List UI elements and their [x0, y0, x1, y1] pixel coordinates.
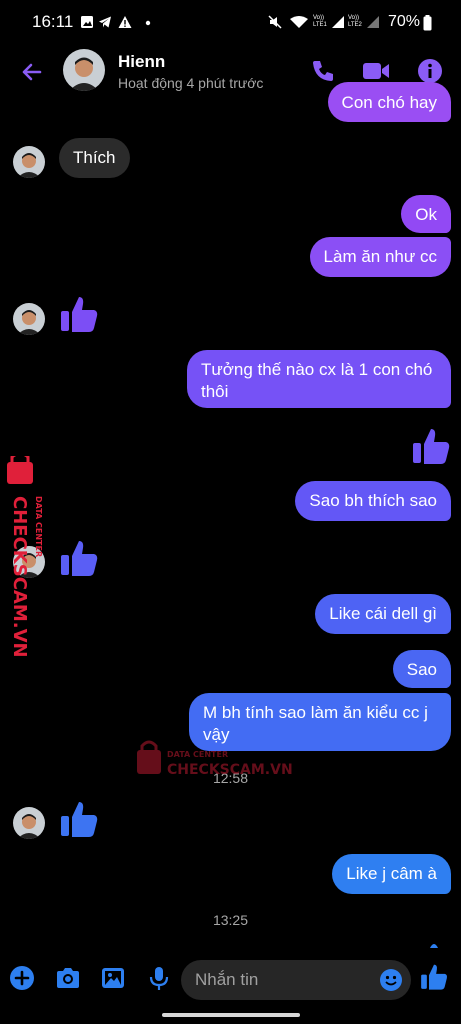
thumbs-up-icon	[61, 541, 98, 576]
checkscam-watermark: CHECKSCAM.VN DATA CENTER	[7, 456, 43, 656]
phone-call-icon[interactable]	[309, 57, 337, 85]
thumbs-up-icon	[61, 297, 98, 332]
message-outgoing[interactable]: Like j câm à	[332, 854, 451, 894]
watermark-brand: CHECKSCAM.VN	[9, 496, 30, 656]
camera-icon[interactable]	[54, 965, 82, 991]
telegram-icon	[99, 16, 111, 28]
signal-icon	[367, 16, 379, 28]
signal-icon	[332, 16, 344, 28]
gallery-image-icon[interactable]	[99, 965, 127, 991]
message-outgoing[interactable]: Like cái dell gì	[315, 594, 451, 634]
message-outgoing[interactable]: Sao bh thích sao	[295, 481, 451, 521]
gallery-icon	[81, 16, 93, 28]
battery-percent: 70%	[388, 13, 421, 30]
sending-indicator-icon	[430, 944, 438, 948]
message-outgoing[interactable]: Làm ăn như cc	[309, 237, 451, 277]
contact-active-status: Hoạt động 4 phút trước	[118, 75, 264, 91]
timestamp-divider: 13:25	[212, 912, 249, 928]
status-time: 16:11	[32, 12, 74, 31]
message-outgoing[interactable]: Tưởng thế nào cx là 1 con chó thôi	[187, 350, 451, 408]
thumbs-up-icon	[413, 429, 450, 464]
watermark-sub: DATA CENTER	[34, 496, 43, 557]
add-plus-icon[interactable]	[9, 965, 35, 991]
warning-icon	[118, 16, 132, 28]
sender-avatar	[13, 303, 45, 335]
back-arrow-icon[interactable]	[18, 58, 46, 86]
mute-icon	[268, 15, 282, 29]
thumbs-up-icon	[61, 802, 98, 837]
message-incoming[interactable]: Thích	[59, 138, 130, 178]
message-outgoing[interactable]: Sao	[392, 650, 451, 688]
message-outgoing[interactable]: Con chó hay	[327, 82, 451, 122]
battery-icon	[423, 15, 432, 31]
contact-name[interactable]: Hienn	[118, 52, 165, 72]
info-icon[interactable]	[416, 57, 444, 85]
checkscam-watermark-center: DATA CENTER CHECKSCAM.VN	[137, 740, 293, 778]
wifi-icon	[290, 16, 308, 28]
lte2-label: Vo)) LTE2	[348, 15, 362, 28]
message-input[interactable]	[181, 960, 411, 1000]
emoji-icon[interactable]	[379, 968, 403, 992]
sender-avatar	[13, 807, 45, 839]
contact-avatar[interactable]	[63, 49, 105, 91]
thumbs-up-send-icon[interactable]	[419, 961, 449, 991]
watermark-brand: CHECKSCAM.VN	[167, 762, 293, 778]
video-call-icon[interactable]	[361, 57, 391, 85]
microphone-icon[interactable]	[146, 965, 172, 991]
watermark-sub: DATA CENTER	[167, 750, 228, 759]
sender-avatar	[13, 146, 45, 178]
dot-icon	[145, 20, 151, 26]
message-outgoing[interactable]: Ok	[401, 195, 451, 233]
lte1-label: Vo)) LTE1	[313, 15, 327, 28]
home-indicator	[162, 1013, 300, 1017]
